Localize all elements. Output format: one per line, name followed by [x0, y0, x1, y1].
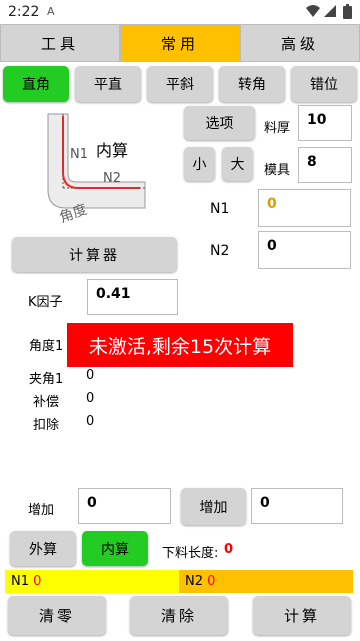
- status-bar: 2:22 A: [0, 0, 360, 24]
- compensation-value: 0: [86, 391, 95, 406]
- n1-result-bar: N1 0: [5, 570, 179, 593]
- k-factor-label: K因子: [28, 295, 63, 310]
- tab-tools[interactable]: 工具: [0, 24, 120, 62]
- blank-length-label: 下料长度:: [162, 546, 219, 561]
- battery-icon: [343, 4, 352, 19]
- calculator-button[interactable]: 计算器: [12, 237, 177, 272]
- clear-zero-button[interactable]: 清零: [8, 596, 106, 635]
- subtab-flat-slant[interactable]: 平斜: [147, 66, 213, 102]
- subtab-flat-straight[interactable]: 平直: [75, 66, 141, 102]
- add-right-input[interactable]: 0: [251, 488, 343, 524]
- deduction-label: 扣除: [33, 418, 60, 433]
- compensation-label: 补偿: [33, 395, 60, 410]
- calculate-button[interactable]: 计算: [253, 596, 351, 635]
- diagram-n2-label: N2: [103, 171, 121, 186]
- signal-icon: [324, 5, 336, 17]
- clear-button[interactable]: 清除: [130, 596, 228, 635]
- n2-result-value: 0: [207, 574, 216, 589]
- diagram-inner-label: 内算: [96, 141, 129, 160]
- subtab-offset[interactable]: 错位: [291, 66, 357, 102]
- n1-label: N1: [210, 201, 230, 217]
- die-input[interactable]: 8: [298, 147, 352, 183]
- activation-banner: 未激活,剩余15次计算: [67, 323, 293, 367]
- outer-calc-button[interactable]: 外算: [10, 531, 76, 566]
- tab-advanced[interactable]: 高级: [240, 24, 360, 62]
- n1-result-label: N1: [11, 574, 29, 589]
- inner-calc-button[interactable]: 内算: [82, 531, 148, 566]
- add-right-label[interactable]: 增加: [181, 488, 246, 525]
- blank-length-value: 0: [224, 542, 234, 557]
- n2-input[interactable]: 0: [258, 231, 351, 269]
- top-tab-bar: 工具 常用 高级: [0, 24, 360, 62]
- add-left-input[interactable]: 0: [78, 488, 171, 524]
- options-button[interactable]: 选项: [184, 106, 255, 140]
- subtab-corner[interactable]: 转角: [219, 66, 285, 102]
- die-label: 模具: [264, 163, 291, 178]
- n1-input[interactable]: 0: [258, 189, 351, 227]
- notification-icon: A: [47, 5, 55, 18]
- thickness-input[interactable]: 10: [298, 105, 352, 141]
- included-angle-value: 0: [86, 368, 95, 383]
- subtab-right-angle[interactable]: 直角: [3, 66, 69, 102]
- small-button[interactable]: 小: [184, 147, 215, 181]
- n2-label: N2: [210, 243, 230, 259]
- wifi-icon: [306, 5, 320, 17]
- n2-result-label: N2: [185, 574, 203, 589]
- n2-result-bar: N2 0: [179, 570, 353, 593]
- thickness-label: 料厚: [264, 121, 291, 136]
- included-angle-label: 夹角1: [29, 372, 64, 387]
- status-time: 2:22: [8, 4, 40, 20]
- add-left-label: 增加: [28, 503, 55, 518]
- angle1-label: 角度1: [29, 339, 64, 354]
- deduction-value: 0: [86, 414, 95, 429]
- n1-result-value: 0: [33, 574, 42, 589]
- large-button[interactable]: 大: [222, 147, 253, 181]
- k-factor-input[interactable]: 0.41: [87, 279, 178, 315]
- diagram-n1-label: N1: [70, 147, 88, 162]
- tab-common[interactable]: 常用: [120, 24, 240, 62]
